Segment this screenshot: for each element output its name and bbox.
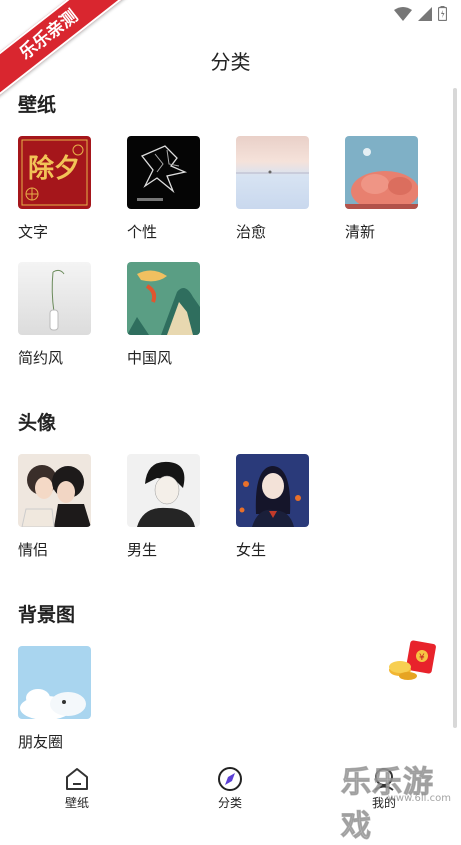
thumbnail-minimal — [18, 262, 91, 335]
nav-label: 壁纸 — [64, 796, 89, 810]
category-tile-fresh[interactable]: 清新 — [345, 136, 419, 242]
category-tile-minimal[interactable]: 简约风 — [18, 262, 92, 368]
nav-item-category[interactable]: 分类 — [190, 766, 270, 811]
category-tile-couple[interactable]: 情侣 — [18, 454, 92, 560]
tile-label: 中国风 — [127, 349, 173, 367]
category-tile-boy[interactable]: 男生 — [127, 454, 201, 560]
category-tile-text[interactable]: 除夕 文字 — [18, 136, 92, 242]
tile-label: 清新 — [345, 223, 376, 241]
section-title-wallpaper: 壁纸 — [18, 94, 57, 116]
nav-item-wallpaper[interactable]: 壁纸 — [37, 766, 117, 811]
thumbnail-couple — [18, 454, 91, 527]
tile-label: 文字 — [18, 223, 49, 241]
category-tile-chinese-style[interactable]: 中国风 — [127, 262, 201, 368]
signal-icon — [418, 6, 432, 21]
section-title-avatar: 头像 — [18, 412, 57, 434]
thumbnail-moments — [18, 646, 91, 719]
watermark-url: www.6ll.com — [387, 793, 451, 804]
battery-icon — [438, 6, 447, 21]
thumbnail-chinese-style — [127, 262, 200, 335]
tile-label: 治愈 — [236, 223, 267, 241]
category-tile-personality[interactable]: 个性 — [127, 136, 201, 242]
thumbnail-text: 除夕 — [18, 136, 91, 209]
thumbnail-healing — [236, 136, 309, 209]
tile-label: 男生 — [127, 541, 158, 559]
home-icon — [66, 768, 88, 790]
tile-label: 朋友圈 — [18, 733, 64, 751]
page-title: 分类 — [210, 50, 251, 74]
tile-label: 简约风 — [18, 349, 64, 367]
svg-text:¥: ¥ — [419, 653, 425, 663]
section-title-background: 背景图 — [18, 604, 76, 626]
thumbnail-caption: 除夕 — [28, 154, 81, 184]
thumbnail-fresh — [345, 136, 418, 209]
site-watermark: 乐乐游戏 www.6ll.com — [341, 763, 461, 845]
category-tile-girl[interactable]: 女生 — [236, 454, 310, 560]
tile-label: 情侣 — [18, 541, 49, 559]
tile-label: 个性 — [127, 223, 158, 241]
nav-label: 分类 — [217, 796, 242, 810]
thumbnail-personality — [127, 136, 200, 209]
compass-icon — [218, 767, 242, 791]
tile-label: 女生 — [236, 541, 267, 559]
category-tile-moments[interactable]: 朋友圈 — [18, 646, 92, 752]
wifi-icon — [394, 6, 412, 21]
category-tile-healing[interactable]: 治愈 — [236, 136, 310, 242]
red-envelope-float[interactable]: ¥ — [386, 640, 444, 684]
thumbnail-boy — [127, 454, 200, 527]
thumbnail-girl — [236, 454, 309, 527]
